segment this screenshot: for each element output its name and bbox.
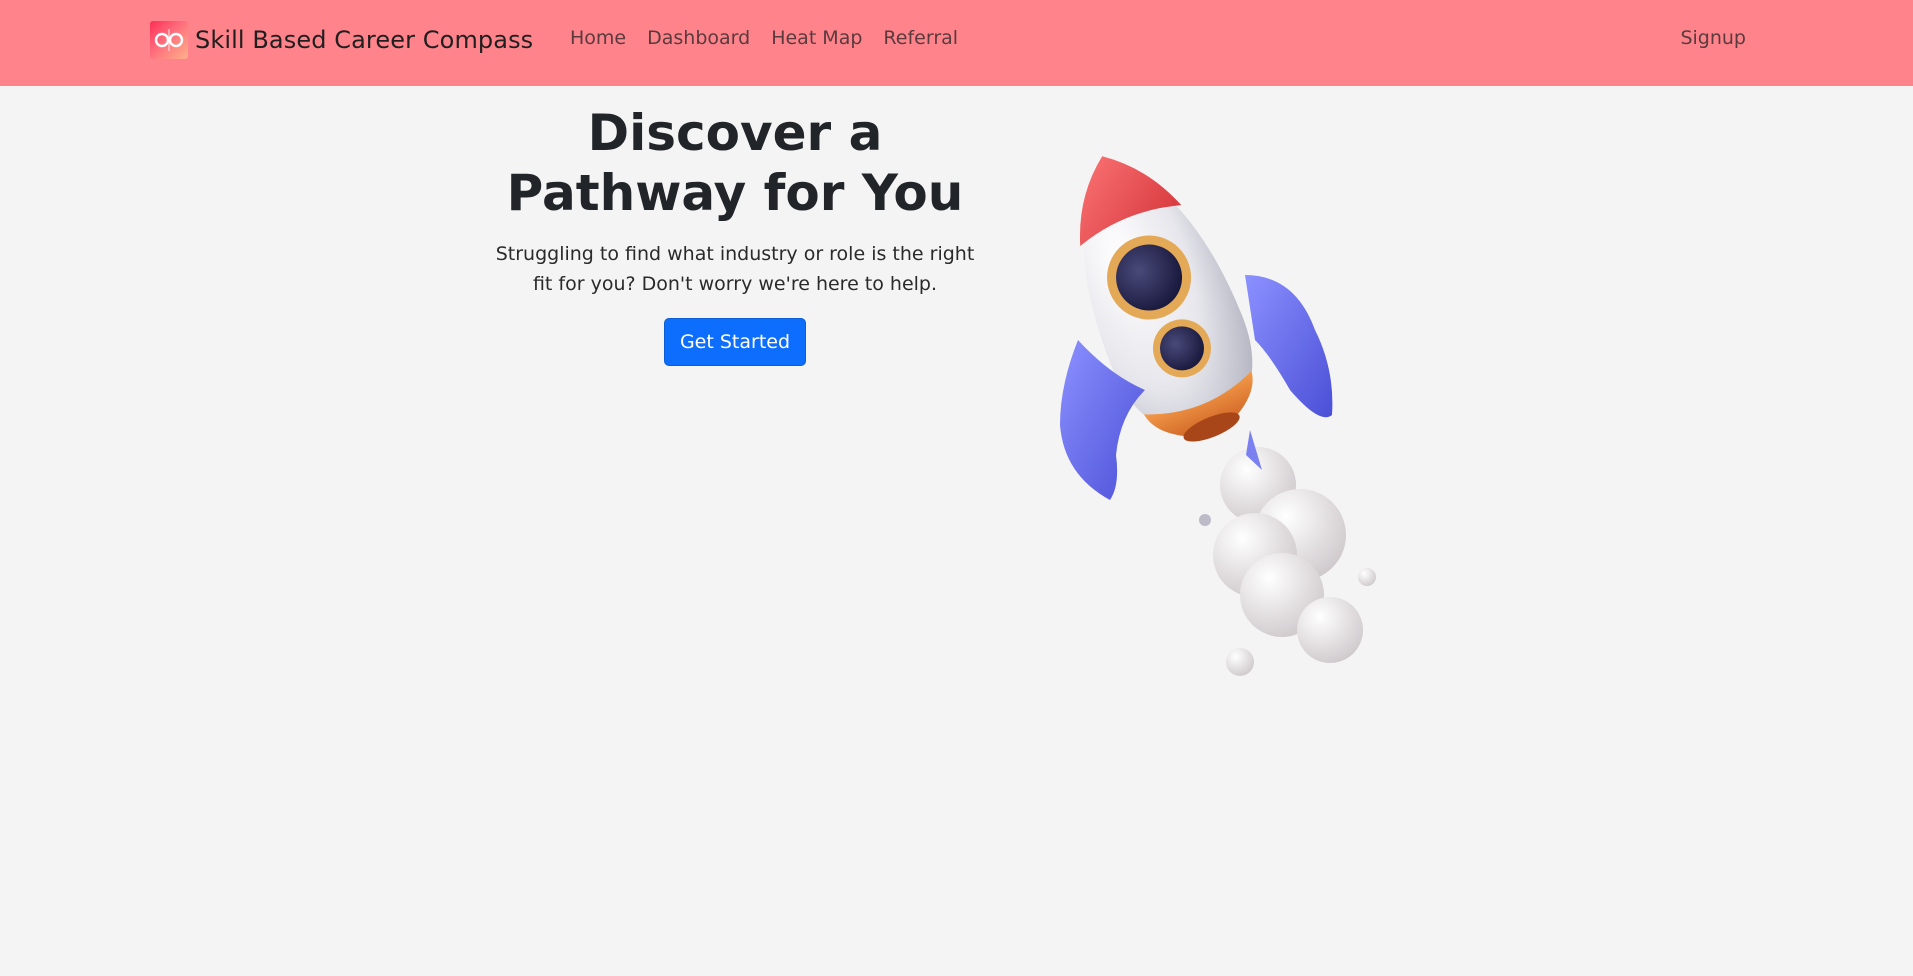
hero-title-line2: Pathway for You <box>506 164 964 222</box>
brand-name: Skill Based Career Compass <box>195 26 534 54</box>
nav-link-referral[interactable]: Referral <box>883 27 958 49</box>
hero-section: Discover a Pathway for You Struggling to… <box>480 103 990 366</box>
brand-link[interactable]: Skill Based Career Compass <box>150 21 533 59</box>
main-nav: Home Dashboard Heat Map Referral <box>560 27 979 49</box>
get-started-button[interactable]: Get Started <box>663 318 807 366</box>
top-navbar: Skill Based Career Compass Home Dashboar… <box>0 0 1913 86</box>
nav-link-dashboard[interactable]: Dashboard <box>647 27 750 49</box>
hero-title: Discover a Pathway for You <box>480 103 990 223</box>
compass-logo-icon <box>150 21 188 59</box>
rocket-illustration <box>1050 125 1400 685</box>
nav-link-home[interactable]: Home <box>570 27 626 49</box>
smoke-puffs <box>1199 447 1376 676</box>
hero-title-line1: Discover a <box>587 104 883 162</box>
nav-link-heat-map[interactable]: Heat Map <box>771 27 862 49</box>
hero-subtitle: Struggling to find what industry or role… <box>495 243 975 295</box>
signup-link[interactable]: Signup <box>1680 27 1746 49</box>
